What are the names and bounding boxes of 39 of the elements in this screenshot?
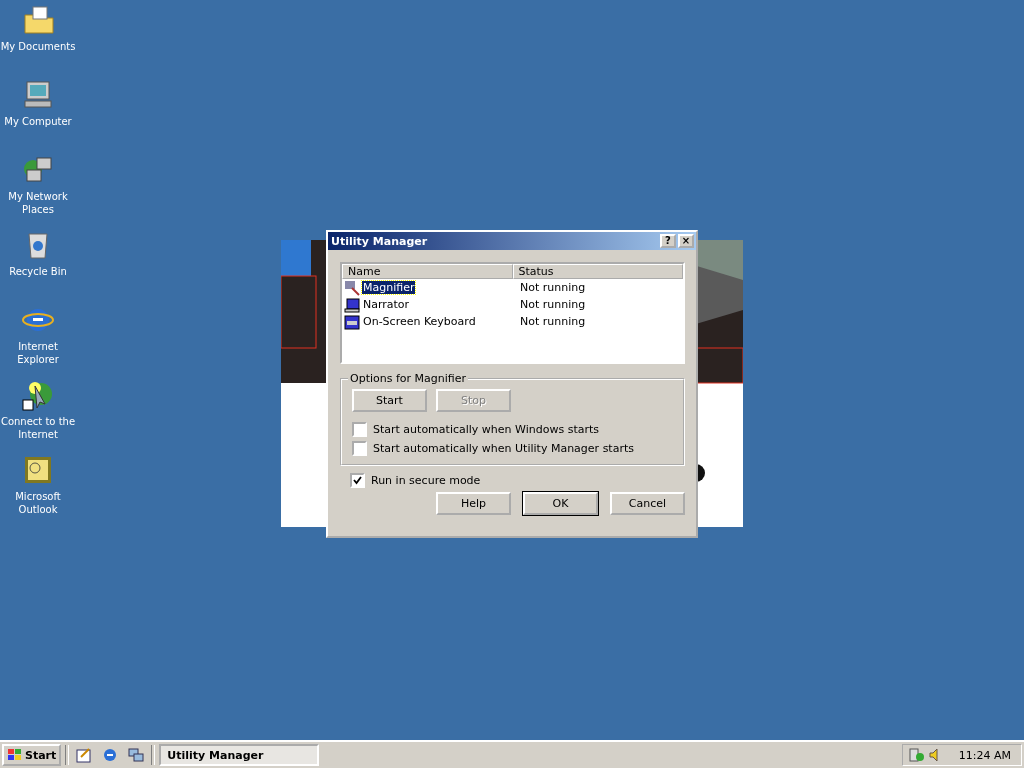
keyboard-icon (344, 313, 360, 330)
group-title: Options for Magnifier (349, 372, 468, 385)
checkbox[interactable] (350, 473, 365, 488)
column-header[interactable]: Name (342, 264, 513, 279)
clock: 11:24 AM (958, 748, 1011, 762)
windows-logo-icon (7, 748, 23, 762)
start-button[interactable]: Start (352, 389, 427, 412)
list-item[interactable]: On-Screen Keyboard (362, 315, 477, 328)
close-button[interactable]: × (678, 234, 694, 248)
window-title: Utility Manager (331, 234, 429, 248)
dialog-button[interactable]: OK (523, 492, 598, 515)
taskbar-button[interactable]: Utility Manager (159, 744, 320, 766)
column-header[interactable]: Status (512, 264, 683, 279)
checkbox[interactable] (352, 441, 367, 456)
desktop-icon-label[interactable]: My Computer (4, 115, 72, 128)
volume-icon[interactable] (928, 747, 941, 763)
magnifier-icon (344, 279, 360, 296)
narrator-icon (344, 296, 360, 313)
status-text: Not running (519, 298, 586, 311)
help-button[interactable]: ? (660, 234, 676, 248)
media-icon[interactable] (908, 747, 925, 763)
dialog-button[interactable]: Cancel (610, 492, 685, 515)
checkbox[interactable] (352, 422, 367, 437)
desktop-icon-label[interactable]: My Network Places (0, 190, 76, 216)
checkbox-label: Run in secure mode (371, 474, 481, 487)
dialog-button[interactable]: Help (436, 492, 511, 515)
folder-icon (21, 3, 55, 37)
desktop-icon-label[interactable]: Connect to the Internet (0, 415, 76, 441)
desktop-icon-label[interactable]: Recycle Bin (9, 265, 67, 278)
list-item[interactable]: Magnifier (362, 281, 416, 294)
start-button[interactable]: Start (2, 744, 62, 766)
desktop-icon-label[interactable]: Internet Explorer (0, 340, 76, 366)
status-text: Not running (519, 281, 586, 294)
list-item[interactable]: Narrator (362, 298, 411, 311)
desktop-icon-label[interactable]: My Documents (0, 40, 76, 53)
desktop-icon-label[interactable]: Microsoft Outlook (0, 490, 76, 516)
checkbox-label: Start automatically when Utility Manager starts (373, 442, 634, 455)
status-text: Not running (519, 315, 586, 328)
checkbox-label: Start automatically when Windows starts (373, 423, 599, 436)
